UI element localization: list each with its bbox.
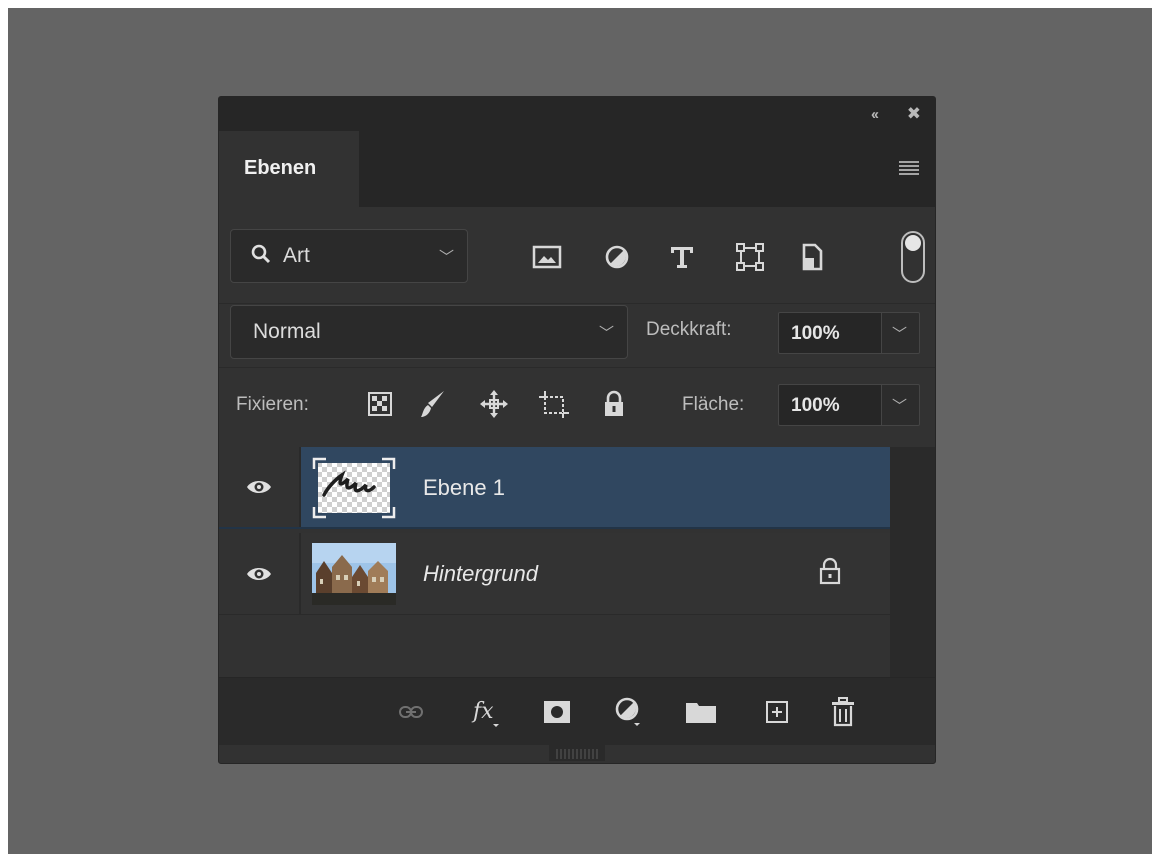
- lock-label: Fixieren:: [236, 394, 309, 415]
- layer-row[interactable]: Hintergrund: [219, 533, 890, 615]
- panel-footer: fx: [219, 677, 935, 745]
- fill-input[interactable]: 100%: [778, 384, 882, 426]
- opacity-label: Deckkraft:: [646, 319, 732, 340]
- close-panel-icon[interactable]: ✖: [907, 104, 921, 124]
- chevron-down-icon: ﹀: [439, 249, 455, 266]
- opacity-input[interactable]: 100%: [778, 312, 882, 354]
- link-layers-icon[interactable]: [391, 694, 431, 730]
- eye-icon: [247, 567, 271, 580]
- filter-kind-label: Art: [283, 244, 310, 267]
- chevron-down-icon: ﹀: [599, 325, 615, 342]
- svg-text:fx: fx: [471, 699, 494, 724]
- tab-layers[interactable]: Ebenen: [219, 131, 359, 207]
- layer-row[interactable]: Ebene 1: [219, 447, 890, 529]
- layers-list: Ebene 1 Hintergrund: [219, 447, 890, 677]
- layers-scrollbar[interactable]: [890, 447, 935, 677]
- blend-row: Normal ﹀ Deckkraft: 100% ﹀: [219, 303, 935, 365]
- panel-titlebar: ‹‹ ✖: [219, 97, 935, 131]
- chevron-down-icon: ﹀: [892, 398, 908, 415]
- adjustment-filter-icon[interactable]: [599, 237, 635, 277]
- delete-layer-trash-icon[interactable]: [823, 694, 863, 730]
- lock-artboard-icon[interactable]: [534, 386, 574, 422]
- lock-row: Fixieren: Fläche: 100% ﹀: [219, 367, 935, 445]
- layer-name: Ebene 1: [423, 475, 505, 500]
- blend-mode-label: Normal: [253, 320, 321, 343]
- type-filter-icon[interactable]: [664, 237, 700, 277]
- new-group-folder-icon[interactable]: [681, 694, 721, 730]
- shape-filter-icon[interactable]: [732, 237, 768, 277]
- opacity-dropdown[interactable]: ﹀: [882, 312, 920, 354]
- filter-kind-select[interactable]: Art ﹀: [230, 229, 468, 283]
- new-adjustment-layer-icon[interactable]: [609, 694, 649, 730]
- lock-brush-icon[interactable]: [413, 386, 453, 422]
- lock-position-icon[interactable]: [474, 386, 514, 422]
- lock-icon: [819, 557, 841, 585]
- filter-row: Art ﹀: [219, 229, 935, 289]
- pixel-filter-icon[interactable]: [529, 237, 565, 277]
- layer-name: Hintergrund: [423, 561, 538, 586]
- fill-label: Fläche:: [682, 394, 745, 415]
- lock-all-icon[interactable]: [594, 386, 634, 422]
- lock-transparency-icon[interactable]: [360, 386, 400, 422]
- chevron-down-icon: ﹀: [892, 326, 908, 343]
- layers-panel: ‹‹ ✖ Ebenen Art ﹀ Normal ﹀ Deckkraft: 10…: [218, 96, 936, 764]
- fill-dropdown[interactable]: ﹀: [882, 384, 920, 426]
- layer-style-fx-icon[interactable]: fx: [467, 694, 507, 730]
- smart-object-filter-icon[interactable]: [794, 237, 830, 277]
- resize-grip-icon[interactable]: [549, 745, 605, 761]
- layer-thumbnail: [312, 543, 396, 605]
- collapse-panel-icon[interactable]: ‹‹: [871, 106, 879, 123]
- filter-toggle[interactable]: [901, 231, 925, 283]
- search-icon: [251, 244, 271, 264]
- blend-mode-select[interactable]: Normal ﹀: [230, 305, 628, 359]
- panel-tabbar: Ebenen: [219, 131, 935, 207]
- layer-visibility-toggle[interactable]: [219, 533, 301, 614]
- new-layer-icon[interactable]: [757, 694, 797, 730]
- layer-thumbnail: [312, 457, 396, 519]
- panel-menu-icon[interactable]: [899, 161, 919, 175]
- add-mask-icon[interactable]: [537, 694, 577, 730]
- eye-icon: [247, 481, 271, 493]
- layer-visibility-toggle[interactable]: [219, 447, 301, 527]
